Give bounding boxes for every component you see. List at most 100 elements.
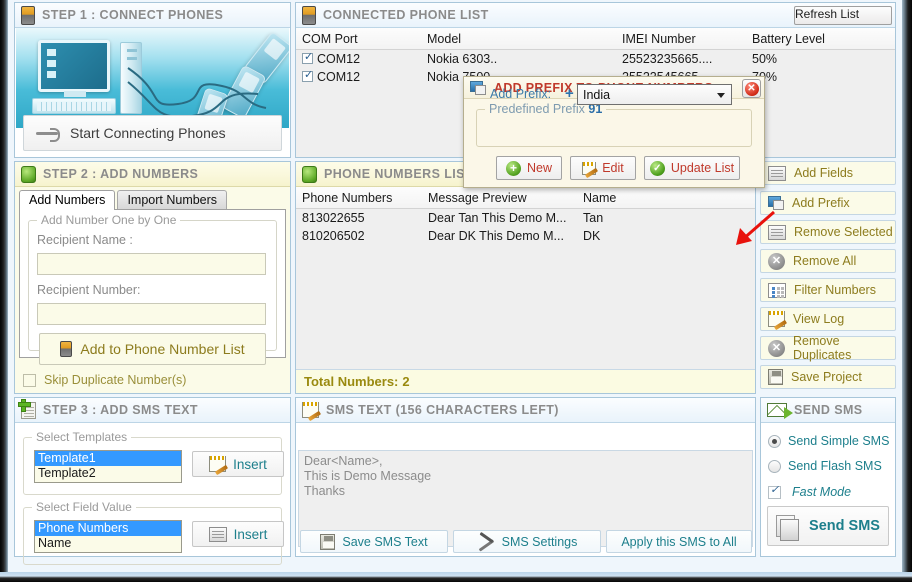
list-item[interactable]: Phone Numbers xyxy=(35,521,181,536)
skip-duplicate-numbers-option[interactable]: Skip Duplicate Number(s) xyxy=(23,373,186,387)
green-check-circle-icon: ✓ xyxy=(649,160,665,176)
green-phone-icon xyxy=(302,165,317,183)
remove-selected-button[interactable]: Remove Selected xyxy=(760,220,896,244)
save-project-button[interactable]: Save Project xyxy=(760,365,896,389)
dialog-edit-button[interactable]: Edit xyxy=(570,156,636,180)
send-flash-sms-label: Send Flash SMS xyxy=(788,459,882,473)
select-field-value-group: Select Field Value Phone Numbers Name In… xyxy=(23,500,284,565)
save-disk-icon xyxy=(320,533,336,550)
add-prefix-label: Add Prefix xyxy=(792,196,850,210)
table-row[interactable]: COM12 Nokia 6303.. 25523235665.... 50% xyxy=(296,50,895,68)
pencil-pad-icon xyxy=(582,161,597,175)
column-header-com-port: COM Port xyxy=(302,31,358,46)
list-item[interactable]: Template2 xyxy=(35,466,181,481)
skip-duplicate-checkbox[interactable] xyxy=(23,373,36,387)
cell-message-preview: Dear Tan This Demo M... xyxy=(428,211,567,225)
radio-selected-icon[interactable] xyxy=(768,434,781,448)
phone-numbers-grid[interactable]: Phone Numbers Message Preview Name 81302… xyxy=(296,187,755,393)
view-log-button[interactable]: View Log xyxy=(760,307,896,331)
total-numbers-bar: Total Numbers: 2 xyxy=(296,369,755,393)
cell-name: Tan xyxy=(583,211,604,225)
add-prefix-dialog: ADD PREFIX TO PHONE NUMBERS ✕ Predefined… xyxy=(463,76,765,188)
radio-unselected-icon[interactable] xyxy=(768,459,781,473)
row-checkbox[interactable] xyxy=(302,50,313,64)
country-prefix-dropdown[interactable]: India xyxy=(577,84,732,105)
field-value-insert-button[interactable]: Insert xyxy=(192,521,284,547)
step3-body: Select Templates Template1 Template2 Ins… xyxy=(15,423,290,565)
table-row[interactable]: 810206502 Dear DK This Demo M... DK xyxy=(296,227,755,245)
column-header-message-preview: Message Preview xyxy=(428,190,527,205)
usb-icon xyxy=(36,126,60,142)
dialog-new-button[interactable]: + New xyxy=(496,156,562,180)
step3-panel: STEP 3 : ADD SMS TEXT Select Templates T… xyxy=(14,397,291,565)
remove-duplicates-x-icon: ✕ xyxy=(768,339,785,357)
cell-model: Nokia 6303.. xyxy=(427,52,498,66)
phone-numbers-tool-buttons: Add Fields Add Prefix Remove Selected ✕ … xyxy=(760,161,896,394)
row-checkbox[interactable] xyxy=(302,68,313,82)
dialog-close-button[interactable]: ✕ xyxy=(742,79,761,98)
filter-list-icon xyxy=(768,282,786,298)
table-header-row: COM Port Model IMEI Number Battery Level xyxy=(296,28,895,50)
recipient-name-input[interactable] xyxy=(37,253,266,275)
tab-add-numbers[interactable]: Add Numbers xyxy=(19,190,116,210)
send-sms-button[interactable]: Send SMS xyxy=(767,506,889,546)
send-simple-sms-option[interactable]: Send Simple SMS xyxy=(768,434,889,448)
green-phone-icon xyxy=(21,165,36,183)
cell-com-port: COM12 xyxy=(317,70,361,84)
dialog-edit-label: Edit xyxy=(602,161,624,175)
document-plus-icon xyxy=(18,398,36,419)
table-row[interactable]: 813022655 Dear Tan This Demo M... Tan xyxy=(296,209,755,227)
predefined-prefix-legend-text: Predefined Prefix xyxy=(489,102,585,116)
send-sms-panel: SEND SMS Send Simple SMS Send Flash SMS … xyxy=(760,397,896,557)
red-arrow-pointer xyxy=(736,210,775,245)
recipient-number-input[interactable] xyxy=(37,303,266,325)
add-prefix-field-label: Add Prefix: xyxy=(490,87,552,101)
list-item[interactable]: Template1 xyxy=(35,451,181,466)
templates-listbox[interactable]: Template1 Template2 xyxy=(34,450,182,483)
column-header-name: Name xyxy=(583,190,617,205)
step1-body: Start Connecting Phones xyxy=(15,28,290,157)
cell-battery: 50% xyxy=(752,52,778,66)
view-log-label: View Log xyxy=(793,312,845,326)
window-border-right xyxy=(902,0,912,582)
field-value-listbox[interactable]: Phone Numbers Name xyxy=(34,520,182,553)
list-item[interactable]: Name xyxy=(35,536,181,551)
dialog-update-list-button[interactable]: ✓ Update List xyxy=(644,156,740,180)
country-prefix-value: India xyxy=(583,88,611,102)
send-flash-sms-option[interactable]: Send Flash SMS xyxy=(768,459,882,473)
prefix-monitor-icon xyxy=(768,196,784,210)
add-to-phone-number-list-button[interactable]: Add to Phone Number List xyxy=(39,333,266,365)
add-fields-button[interactable]: Add Fields xyxy=(760,161,896,185)
step3-title: STEP 3 : ADD SMS TEXT xyxy=(43,403,198,417)
select-templates-group: Select Templates Template1 Template2 Ins… xyxy=(23,430,284,495)
application-window: STEP 1 : CONNECT PHONES Start Connecting… xyxy=(0,0,912,582)
sms-text-panel: SMS TEXT (156 CHARACTERS LEFT) Dear<Name… xyxy=(295,397,756,557)
dialog-new-label: New xyxy=(526,161,552,175)
send-sms-title: SEND SMS xyxy=(794,403,863,417)
refresh-list-button[interactable]: Refresh List xyxy=(794,6,892,25)
start-connecting-phones-button[interactable]: Start Connecting Phones xyxy=(23,115,282,151)
remove-all-label: Remove All xyxy=(793,254,857,268)
fast-mode-checkbox[interactable] xyxy=(768,483,781,499)
add-prefix-button[interactable]: Add Prefix xyxy=(760,191,896,215)
envelope-arrow-icon xyxy=(767,403,793,419)
phone-numbers-list-panel: PHONE NUMBERS LIST Phone Numbers Message… xyxy=(295,161,756,394)
step2-title: STEP 2 : ADD NUMBERS xyxy=(43,167,199,181)
tab-import-numbers[interactable]: Import Numbers xyxy=(117,190,228,210)
hammer-wrench-icon xyxy=(477,534,495,550)
connected-phone-list-title: CONNECTED PHONE LIST xyxy=(323,8,489,22)
recipient-number-label: Recipient Number: xyxy=(37,283,141,297)
save-sms-text-button[interactable]: Save SMS Text xyxy=(300,530,448,553)
apply-sms-to-all-button[interactable]: Apply this SMS to All xyxy=(606,530,752,553)
select-templates-legend: Select Templates xyxy=(32,430,132,444)
remove-all-button[interactable]: ✕ Remove All xyxy=(760,249,896,273)
add-fields-label: Add Fields xyxy=(794,166,854,180)
fast-mode-option[interactable]: Fast Mode xyxy=(768,483,851,499)
view-log-pencil-icon xyxy=(768,311,785,327)
remove-duplicates-button[interactable]: ✕ Remove Duplicates xyxy=(760,334,896,362)
filter-numbers-button[interactable]: Filter Numbers xyxy=(760,278,896,302)
templates-insert-button[interactable]: Insert xyxy=(192,451,284,477)
sms-text-header: SMS TEXT (156 CHARACTERS LEFT) xyxy=(296,398,755,423)
add-to-phone-number-list-label: Add to Phone Number List xyxy=(80,341,245,357)
sms-settings-button[interactable]: SMS Settings xyxy=(453,530,601,553)
